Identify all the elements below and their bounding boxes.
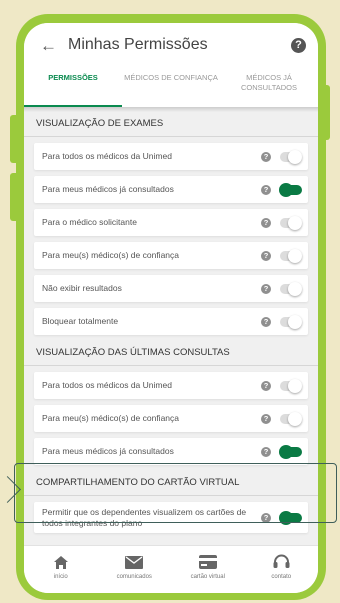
toggle-switch[interactable] bbox=[280, 215, 302, 230]
list-item[interactable]: Para o médico solicitante ? bbox=[34, 209, 308, 236]
section-header-exames: VISUALIZAÇÃO DE EXAMES bbox=[24, 112, 318, 137]
info-icon[interactable]: ? bbox=[261, 184, 271, 195]
toggle-knob bbox=[288, 149, 302, 164]
app-bar: ← Minhas Permissões ? PERMISSÕES MÉDICOS… bbox=[24, 23, 318, 112]
toggle-switch[interactable] bbox=[280, 281, 302, 296]
toggle-switch[interactable] bbox=[279, 182, 302, 197]
item-label: Bloquear totalmente bbox=[42, 316, 119, 326]
toggle-knob bbox=[288, 378, 302, 393]
toggle-switch[interactable] bbox=[280, 149, 302, 164]
item-label: Para meus médicos já consultados bbox=[42, 184, 174, 194]
toggle-knob bbox=[279, 182, 293, 197]
nav-label: contato bbox=[271, 574, 292, 580]
nav-cartao-virtual[interactable]: cartão virtual bbox=[171, 546, 245, 593]
nav-label: comunicados bbox=[116, 574, 152, 580]
list-item[interactable]: Para meus médicos já consultados ? bbox=[34, 438, 308, 465]
item-label: Para todos os médicos da Unimed bbox=[42, 151, 172, 161]
back-arrow-icon[interactable]: ← bbox=[40, 36, 57, 56]
headset-icon bbox=[271, 553, 291, 571]
list-item[interactable]: Para meus médicos já consultados ? bbox=[34, 176, 308, 203]
help-icon[interactable]: ? bbox=[291, 38, 306, 53]
list-item[interactable]: Não exibir resultados ? bbox=[34, 275, 308, 302]
mail-icon bbox=[124, 553, 144, 571]
toggle-knob bbox=[288, 215, 302, 230]
home-icon bbox=[51, 553, 71, 571]
info-icon[interactable]: ? bbox=[261, 413, 271, 424]
nav-label: início bbox=[53, 574, 68, 580]
toggle-switch[interactable] bbox=[280, 378, 302, 393]
page-title: Minhas Permissões bbox=[68, 36, 208, 53]
info-icon[interactable]: ? bbox=[261, 250, 271, 261]
info-icon[interactable]: ? bbox=[261, 283, 271, 294]
info-icon[interactable]: ? bbox=[261, 446, 271, 457]
item-label: Para o médico solicitante bbox=[42, 217, 137, 227]
nav-label: cartão virtual bbox=[190, 574, 225, 580]
card-icon bbox=[198, 553, 218, 571]
list-item[interactable]: Para todos os médicos da Unimed ? bbox=[34, 372, 308, 399]
toggle-switch[interactable] bbox=[280, 248, 302, 263]
toggle-knob bbox=[288, 411, 302, 426]
section-header-consultas: VISUALIZAÇÃO DAS ÚLTIMAS CONSULTAS bbox=[24, 341, 318, 366]
item-label: Não exibir resultados bbox=[42, 283, 122, 293]
item-label: Para todos os médicos da Unimed bbox=[42, 380, 172, 390]
toggle-knob bbox=[288, 314, 302, 329]
toggle-knob bbox=[288, 248, 302, 263]
nav-contato[interactable]: contato bbox=[245, 546, 319, 593]
toggle-knob bbox=[288, 281, 302, 296]
bottom-nav: início comunicados cartão virtual contat… bbox=[24, 545, 318, 593]
tab-permissoes[interactable]: PERMISSÕES bbox=[24, 69, 122, 108]
list-item[interactable]: Para meu(s) médico(s) de confiança ? bbox=[34, 405, 308, 432]
item-label: Para meu(s) médico(s) de confiança bbox=[42, 413, 180, 423]
list-item[interactable]: Bloquear totalmente ? bbox=[34, 308, 308, 335]
toggle-switch[interactable] bbox=[280, 314, 302, 329]
toggle-switch[interactable] bbox=[280, 411, 302, 426]
highlight-frame bbox=[14, 463, 337, 523]
info-icon[interactable]: ? bbox=[261, 217, 271, 228]
toggle-knob bbox=[279, 444, 293, 459]
nav-inicio[interactable]: início bbox=[24, 546, 98, 593]
toggle-switch[interactable] bbox=[279, 444, 302, 459]
item-label: Para meu(s) médico(s) de confiança bbox=[42, 250, 180, 260]
tab-medicos-ja-consultados[interactable]: MÉDICOS JÁ CONSULTADOS bbox=[220, 69, 318, 108]
info-icon[interactable]: ? bbox=[261, 151, 271, 162]
tab-medicos-de-confianca[interactable]: MÉDICOS DE CONFIANÇA bbox=[122, 69, 220, 108]
info-icon[interactable]: ? bbox=[261, 380, 271, 391]
info-icon[interactable]: ? bbox=[261, 316, 271, 327]
list-item[interactable]: Para todos os médicos da Unimed ? bbox=[34, 143, 308, 170]
list-item[interactable]: Para meu(s) médico(s) de confiança ? bbox=[34, 242, 308, 269]
item-label: Para meus médicos já consultados bbox=[42, 446, 174, 456]
tab-bar: PERMISSÕES MÉDICOS DE CONFIANÇA MÉDICOS … bbox=[24, 69, 318, 108]
nav-comunicados[interactable]: comunicados bbox=[98, 546, 172, 593]
